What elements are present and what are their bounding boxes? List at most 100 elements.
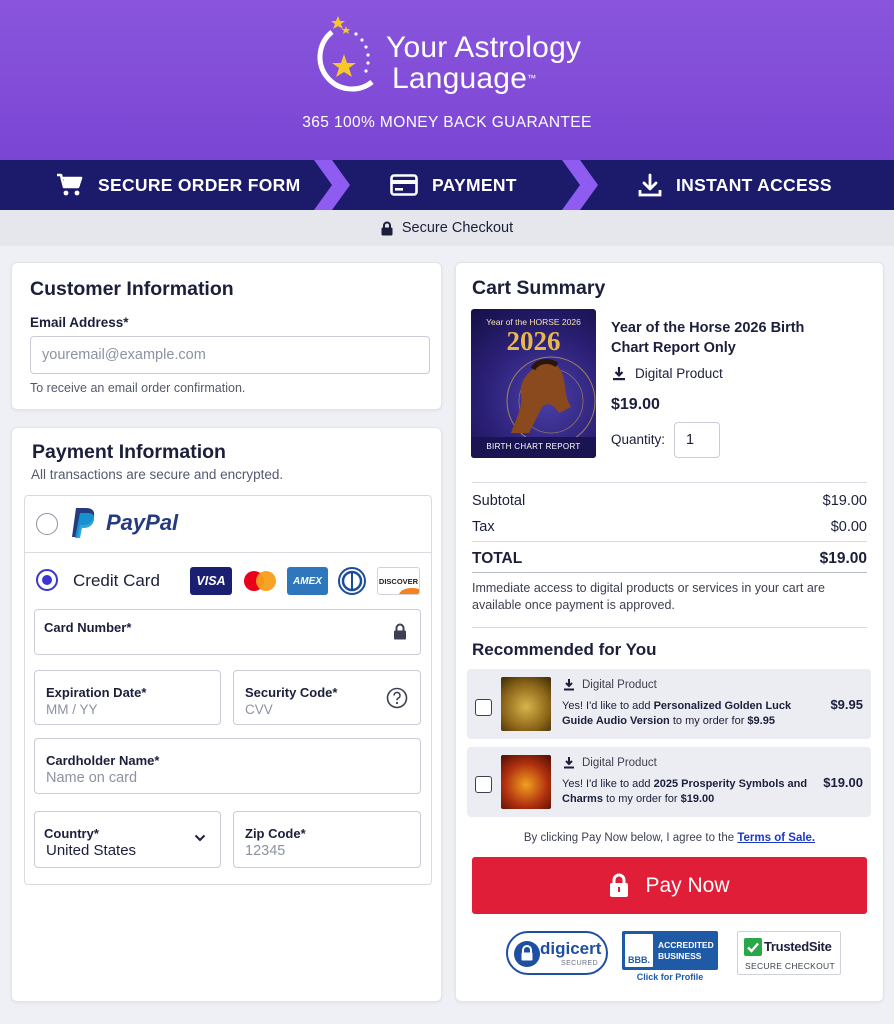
trustedsite-label: TrustedSite bbox=[764, 939, 832, 954]
step-payment: PAYMENT bbox=[390, 160, 517, 210]
quantity-field[interactable]: 1 bbox=[674, 422, 720, 458]
step-label: INSTANT ACCESS bbox=[676, 174, 832, 195]
email-placeholder: youremail@example.com bbox=[42, 347, 206, 363]
email-hint: To receive an email order confirmation. bbox=[30, 381, 246, 395]
divider bbox=[472, 572, 867, 573]
expiration-date-field[interactable]: Expiration Date* MM / YY bbox=[34, 670, 221, 725]
bbb-profile-link[interactable]: Click for Profile bbox=[622, 972, 718, 982]
download-icon bbox=[564, 757, 574, 769]
credit-card-radio[interactable] bbox=[36, 569, 58, 591]
cardholder-name-field[interactable]: Cardholder Name* Name on card bbox=[34, 738, 421, 794]
golden-luck-thumbnail bbox=[501, 677, 551, 731]
cart-icon bbox=[57, 173, 83, 196]
zip-code-field[interactable]: Zip Code* 12345 bbox=[233, 811, 421, 868]
divider bbox=[24, 552, 432, 553]
credit-card-icon bbox=[390, 174, 418, 196]
brand-line-2: Language bbox=[392, 62, 528, 95]
paypal-radio[interactable] bbox=[36, 513, 58, 535]
upsell-mid: to my order for bbox=[602, 793, 681, 805]
trustedsite-badge[interactable]: TrustedSite SECURE CHECKOUT bbox=[737, 931, 841, 975]
digicert-badge[interactable]: digicert SECURED bbox=[506, 931, 608, 975]
cardholder-name-label: Cardholder Name* bbox=[46, 753, 160, 768]
subtotal-label: Subtotal bbox=[472, 493, 526, 509]
secure-checkout-label: Secure Checkout bbox=[401, 220, 514, 236]
product-name[interactable]: Year of the Horse 2026 Birth Chart Repor… bbox=[611, 318, 826, 358]
chevron-down-icon bbox=[194, 834, 206, 842]
discover-swoosh bbox=[399, 588, 419, 594]
expiration-placeholder: MM / YY bbox=[46, 702, 98, 717]
download-icon bbox=[564, 679, 574, 691]
bbb-line-1: ACCREDITED bbox=[658, 940, 714, 950]
total-label: TOTAL bbox=[472, 550, 523, 567]
terms-notice: By clicking Pay Now below, I agree to th… bbox=[455, 832, 884, 844]
step-instant-access: INSTANT ACCESS bbox=[638, 160, 832, 210]
credit-card-label[interactable]: Credit Card bbox=[73, 571, 160, 591]
recommended-title: Recommended for You bbox=[472, 640, 657, 659]
upsell-description: Yes! I'd like to add Personalized Golden… bbox=[562, 699, 824, 729]
help-icon[interactable] bbox=[386, 687, 408, 709]
lock-icon bbox=[514, 941, 540, 967]
upsell-for-price: $19.00 bbox=[680, 793, 715, 805]
bbb-line-2: BUSINESS bbox=[658, 951, 702, 961]
download-icon bbox=[638, 173, 662, 197]
paypal-logo-icon bbox=[72, 508, 95, 538]
discover-icon: DISCOVER bbox=[377, 567, 420, 595]
subtotal-value: $19.00 bbox=[822, 493, 867, 509]
terms-of-sale-link[interactable]: Terms of Sale. bbox=[737, 832, 815, 844]
total-value: $19.00 bbox=[819, 550, 867, 567]
prosperity-symbols-thumbnail bbox=[501, 755, 551, 809]
tax-label: Tax bbox=[472, 519, 495, 535]
product-price: $19.00 bbox=[611, 396, 660, 413]
country-select[interactable]: Country* United States bbox=[34, 811, 221, 868]
digicert-sub: SECURED bbox=[561, 960, 599, 967]
trustedsite-sub: SECURE CHECKOUT bbox=[745, 961, 835, 971]
product-cover-image[interactable]: Year of the HORSE 2026 2026 BIRTH CHART … bbox=[471, 309, 596, 458]
lock-icon bbox=[610, 873, 629, 897]
upsell-pre: Yes! I'd like to add bbox=[562, 700, 654, 712]
zip-code-label: Zip Code* bbox=[245, 826, 306, 841]
email-label: Email Address* bbox=[30, 315, 129, 330]
add-golden-luck-checkbox[interactable] bbox=[475, 699, 492, 716]
pay-now-button[interactable]: Pay Now bbox=[472, 857, 867, 914]
quantity-label: Quantity: bbox=[611, 432, 666, 447]
product-type: Digital Product bbox=[612, 366, 723, 381]
chevron-right-icon bbox=[314, 160, 350, 210]
upsell-pre: Yes! I'd like to add bbox=[562, 778, 654, 790]
mastercard-icon bbox=[244, 571, 276, 591]
card-number-field[interactable]: Card Number* bbox=[34, 609, 421, 655]
step-label: PAYMENT bbox=[432, 174, 517, 195]
payment-subtitle: All transactions are secure and encrypte… bbox=[31, 467, 284, 482]
header-banner: Your Astrology Language™ 365 100% MONEY … bbox=[0, 0, 894, 160]
brand-logo[interactable]: Your Astrology Language™ bbox=[298, 12, 618, 104]
trademark: ™ bbox=[527, 73, 537, 83]
chevron-right-icon bbox=[562, 160, 598, 210]
cardholder-placeholder: Name on card bbox=[46, 770, 138, 786]
checkout-steps: SECURE ORDER FORM PAYMENT INSTANT ACCESS bbox=[0, 160, 894, 210]
customer-information-title: Customer Information bbox=[30, 278, 234, 300]
moon-star-logo-icon bbox=[317, 16, 374, 92]
quantity-value: 1 bbox=[686, 432, 695, 448]
product-type: Digital Product bbox=[563, 678, 657, 691]
security-code-field[interactable]: Security Code* CVV bbox=[233, 670, 421, 725]
zip-placeholder: 12345 bbox=[245, 843, 286, 859]
brand-line-1: Your Astrology bbox=[386, 31, 582, 64]
paypal-option[interactable]: PayPal bbox=[71, 507, 178, 539]
step-label: SECURE ORDER FORM bbox=[98, 174, 301, 195]
lock-icon bbox=[381, 221, 393, 235]
cover-bottom-text: BIRTH CHART REPORT bbox=[486, 442, 581, 451]
secure-checkout-bar: Secure Checkout bbox=[0, 210, 894, 246]
access-note: Immediate access to digital products or … bbox=[472, 581, 825, 612]
money-back-guarantee: 365 100% MONEY BACK GUARANTEE bbox=[302, 114, 592, 131]
add-prosperity-symbols-checkbox[interactable] bbox=[475, 776, 492, 793]
country-value: United States bbox=[46, 842, 137, 859]
bbb-torch-icon: BBB. bbox=[625, 934, 653, 967]
bbb-badge[interactable]: BBB. ACCREDITED BUSINESS bbox=[622, 931, 718, 970]
cart-summary-title: Cart Summary bbox=[472, 277, 606, 299]
email-field[interactable]: youremail@example.com bbox=[30, 336, 430, 374]
recommended-item-prosperity-symbols: Digital Product Yes! I'd like to add 202… bbox=[467, 747, 871, 817]
divider bbox=[472, 482, 867, 483]
brand-name: Your Astrology Language™ bbox=[386, 32, 581, 94]
security-code-label: Security Code* bbox=[245, 685, 338, 700]
paypal-label: PayPal bbox=[106, 510, 179, 535]
security-code-placeholder: CVV bbox=[245, 702, 273, 717]
